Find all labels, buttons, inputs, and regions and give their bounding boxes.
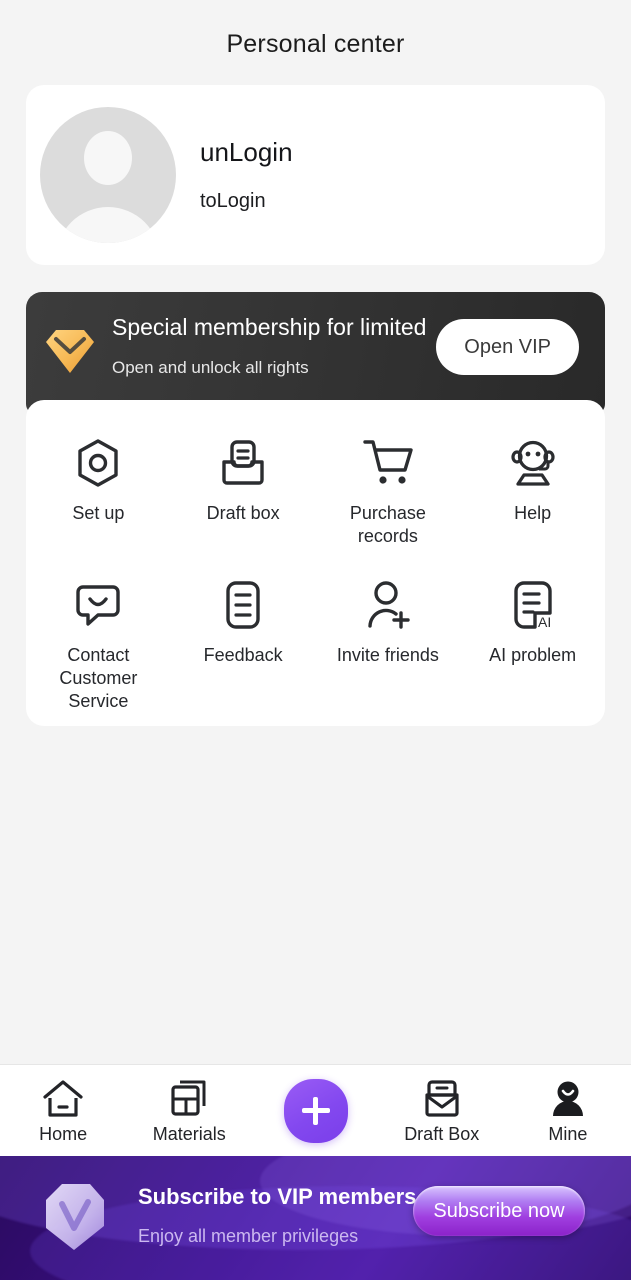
menu-item-draft-box[interactable]: Draft box xyxy=(171,434,316,548)
headset-support-icon xyxy=(507,434,559,492)
tab-mine[interactable]: Mine xyxy=(505,1077,631,1145)
page-header: Personal center xyxy=(0,0,631,88)
menu-label: AI problem xyxy=(489,645,577,666)
menu-label: Help xyxy=(514,503,552,523)
svg-text:AI: AI xyxy=(538,614,551,630)
profile-name: unLogin xyxy=(200,137,293,167)
menu-item-set-up[interactable]: Set up xyxy=(26,434,171,548)
tab-label: Materials xyxy=(152,1123,226,1144)
menu-item-contact-customer-service[interactable]: Contact Customer Service xyxy=(26,576,171,713)
menu-item-invite-friends[interactable]: Invite friends xyxy=(316,576,461,713)
materials-icon xyxy=(169,1077,209,1121)
menu-label: Invite friends xyxy=(336,645,439,666)
feature-grid-row: Set up Draft box Purchase records Help xyxy=(26,434,605,548)
chat-smile-icon xyxy=(74,576,122,634)
plus-icon[interactable] xyxy=(283,1078,348,1143)
document-ai-icon: AI xyxy=(511,576,555,634)
feature-grid-card: Set up Draft box Purchase records Help C… xyxy=(26,400,605,726)
bottom-tab-bar: Home Materials Draft Box Mine xyxy=(0,1064,631,1156)
draft-box-icon xyxy=(422,1077,462,1121)
page-title: Personal center xyxy=(226,29,405,58)
subscribe-title: Subscribe to VIP members xyxy=(138,1184,417,1209)
vip-banner-title: Special membership for limited xyxy=(112,314,427,340)
fab-wrap xyxy=(283,1078,348,1143)
vip-promo-banner[interactable]: Special membership for limited Open and … xyxy=(26,292,605,414)
menu-label: Draft box xyxy=(206,503,280,523)
hexagon-gear-icon xyxy=(75,434,121,492)
tab-home[interactable]: Home xyxy=(0,1077,126,1145)
draft-tray-icon xyxy=(218,434,268,492)
menu-item-help[interactable]: Help xyxy=(460,434,605,548)
feature-grid-row: Contact Customer Service Feedback Invite… xyxy=(26,576,605,713)
subscribe-now-button[interactable]: Subscribe now xyxy=(413,1186,585,1236)
vip-banner-copy: Special membership for limited Open and … xyxy=(112,314,426,378)
tab-label: Mine xyxy=(548,1123,588,1144)
subscribe-copy: Subscribe to VIP members Enjoy all membe… xyxy=(138,1184,416,1247)
shopping-cart-icon xyxy=(361,434,415,492)
profile-card[interactable]: unLogin toLogin xyxy=(26,85,605,265)
purple-gem-icon xyxy=(38,1178,110,1256)
profile-text: unLogin toLogin xyxy=(200,137,293,213)
subscribe-subtitle: Enjoy all member privileges xyxy=(138,1226,359,1246)
menu-label: Contact Customer Service xyxy=(59,645,138,712)
login-link[interactable]: toLogin xyxy=(200,190,293,213)
tab-label: Draft Box xyxy=(404,1123,480,1144)
menu-label: Set up xyxy=(72,503,125,523)
home-icon xyxy=(42,1077,84,1121)
personal-center-screen: Personal center unLogin toLogin Special … xyxy=(0,0,631,1280)
gold-gem-icon xyxy=(42,326,98,376)
subscribe-banner[interactable]: Subscribe to VIP members Enjoy all membe… xyxy=(0,1156,631,1280)
tab-draft-box[interactable]: Draft Box xyxy=(379,1077,505,1145)
menu-item-purchase-records[interactable]: Purchase records xyxy=(316,434,461,548)
open-vip-button[interactable]: Open VIP xyxy=(436,319,579,375)
tab-materials[interactable]: Materials xyxy=(126,1077,252,1145)
default-avatar-icon xyxy=(40,107,176,243)
menu-label: Purchase records xyxy=(349,503,426,547)
tab-create-button[interactable] xyxy=(252,1078,378,1143)
document-lines-icon xyxy=(223,576,263,634)
menu-label: Feedback xyxy=(203,645,283,666)
tab-label: Home xyxy=(39,1123,88,1144)
menu-item-ai-problem[interactable]: AI AI problem xyxy=(460,576,605,713)
person-plus-icon xyxy=(363,576,413,634)
user-filled-icon xyxy=(548,1077,588,1121)
menu-item-feedback[interactable]: Feedback xyxy=(171,576,316,713)
vip-banner-subtitle: Open and unlock all rights xyxy=(112,358,309,377)
